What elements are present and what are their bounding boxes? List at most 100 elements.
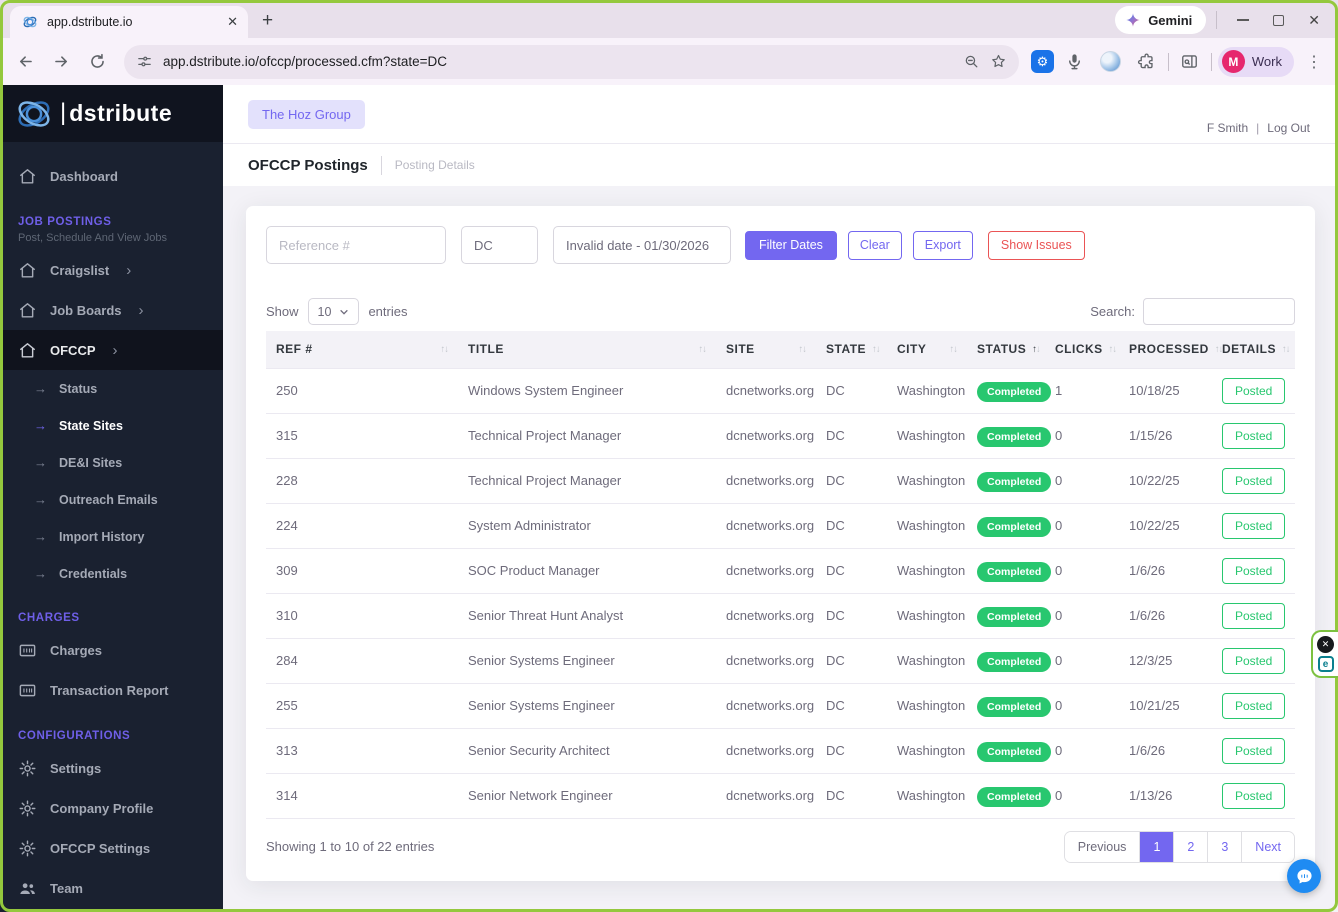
posted-button[interactable]: Posted xyxy=(1222,377,1286,404)
sidebar-item-team[interactable]: Team xyxy=(0,868,223,908)
group-button[interactable]: The Hoz Group xyxy=(248,99,365,129)
browser-profile-button[interactable]: M Work xyxy=(1217,46,1294,77)
sidebar-subitem-import-history[interactable]: → Import History xyxy=(0,518,223,555)
table-row: 309 SOC Product Manager dcnetworks.org DC Wa… xyxy=(266,548,1295,594)
cell-details: Posted xyxy=(1212,413,1295,459)
table-row: 255 Senior Systems Engineer dcnetworks.org… xyxy=(266,683,1295,729)
page-button-1[interactable]: 1 xyxy=(1139,831,1174,862)
page-button-2[interactable]: 2 xyxy=(1173,831,1208,862)
column-header-title[interactable]: TITLE ↑ ↓ xyxy=(458,331,716,368)
status-badge: Completed xyxy=(977,787,1052,807)
page-size-select[interactable]: 10 xyxy=(307,298,360,325)
column-header-city[interactable]: CITY ↑ ↓ xyxy=(887,331,967,368)
microphone-icon[interactable] xyxy=(1060,47,1090,77)
cell-state: DC xyxy=(816,548,887,594)
posted-button[interactable]: Posted xyxy=(1222,557,1286,584)
column-header-ref[interactable]: REF # ↑ ↓ xyxy=(266,331,458,368)
cell-status: Completed xyxy=(967,548,1052,594)
sidebar-item-mapping[interactable]: Mapping xyxy=(0,908,223,912)
close-icon[interactable]: ✕ xyxy=(1317,636,1334,653)
window-maximize-button[interactable] xyxy=(1273,14,1285,26)
sidebar-subitem-state-sites[interactable]: → State Sites xyxy=(0,407,223,444)
column-header-status[interactable]: STATUS ↑ ↓ xyxy=(967,331,1045,368)
sidebar-item-dashboard[interactable]: Dashboard xyxy=(0,156,223,196)
pagination: Previous 1 2 3 Next xyxy=(1063,830,1295,863)
column-header-processed[interactable]: PROCESSED ↑ ↓ xyxy=(1119,331,1223,368)
column-label: SITE xyxy=(726,342,755,357)
page-button-3[interactable]: 3 xyxy=(1207,831,1242,862)
app-logo[interactable]: | dstribute xyxy=(0,85,223,142)
window-minimize-button[interactable] xyxy=(1237,19,1250,21)
filter-dates-button[interactable]: Filter Dates xyxy=(745,230,837,260)
sidebar-subitem-de-i-sites[interactable]: → DE&I Sites xyxy=(0,444,223,481)
gemini-button[interactable]: Gemini xyxy=(1115,6,1207,34)
cell-city: Washington xyxy=(887,548,967,594)
reload-button[interactable] xyxy=(82,47,112,77)
site-settings-icon[interactable] xyxy=(136,53,153,70)
reference-input[interactable] xyxy=(266,226,446,264)
column-header-site[interactable]: SITE ↑ ↓ xyxy=(716,331,816,368)
extension-icon[interactable]: ⚙ xyxy=(1030,50,1054,73)
chat-launcher-button[interactable] xyxy=(1287,859,1321,893)
search-input[interactable] xyxy=(1143,298,1295,325)
sidebar-subitem-status[interactable]: → Status xyxy=(0,370,223,407)
sidebar-item-label: Job Boards xyxy=(50,302,122,318)
posted-button[interactable]: Posted xyxy=(1222,737,1286,764)
browser-tab[interactable]: app.dstribute.io ✕ xyxy=(10,6,248,38)
posted-button[interactable]: Posted xyxy=(1222,602,1286,629)
forward-button[interactable] xyxy=(46,47,76,77)
side-panel-icon[interactable] xyxy=(1175,47,1205,77)
bookmark-star-icon[interactable] xyxy=(990,53,1007,70)
sidebar-item-charges[interactable]: Charges xyxy=(0,630,223,670)
new-tab-button[interactable]: + xyxy=(262,10,273,32)
date-range-input[interactable] xyxy=(553,226,731,264)
sidebar-subitem-label: DE&I Sites xyxy=(59,455,123,470)
column-header-details[interactable]: DETAILS ↑ ↓ xyxy=(1212,331,1295,368)
sidebar-item-settings[interactable]: Settings xyxy=(0,748,223,788)
divider xyxy=(1167,52,1169,71)
previous-page-button[interactable]: Previous xyxy=(1064,831,1140,862)
cell-city: Washington xyxy=(887,728,967,774)
posted-button[interactable]: Posted xyxy=(1222,647,1286,674)
posted-button[interactable]: Posted xyxy=(1222,422,1286,449)
browser-menu-icon[interactable]: ⋮ xyxy=(1300,52,1328,72)
sidebar-item-ofccp[interactable]: OFCCP › xyxy=(0,330,223,370)
clear-button[interactable]: Clear xyxy=(847,230,902,260)
extension-e-icon[interactable]: e xyxy=(1317,656,1334,672)
cell-clicks: 0 xyxy=(1045,638,1119,684)
sidebar-subitem-credentials[interactable]: → Credentials xyxy=(0,555,223,592)
cell-site: dcnetworks.org xyxy=(716,593,816,639)
orb-extension-icon[interactable] xyxy=(1096,47,1126,77)
address-bar[interactable]: app.dstribute.io/ofccp/processed.cfm?sta… xyxy=(124,44,1019,79)
column-header-clicks[interactable]: CLICKS ↑ ↓ xyxy=(1045,331,1119,368)
column-label: PROCESSED xyxy=(1129,342,1209,357)
sidebar-subitem-outreach-emails[interactable]: → Outreach Emails xyxy=(0,481,223,518)
sidebar-item-job-boards[interactable]: Job Boards › xyxy=(0,290,223,330)
sidebar-item-transaction-report[interactable]: Transaction Report xyxy=(0,670,223,710)
arrow-right-icon: → xyxy=(34,529,47,544)
state-input[interactable] xyxy=(461,226,538,264)
zoom-out-icon[interactable] xyxy=(963,53,980,70)
column-header-state[interactable]: STATE ↑ ↓ xyxy=(816,331,887,368)
tab-close-icon[interactable]: ✕ xyxy=(227,14,238,30)
cell-clicks: 0 xyxy=(1045,503,1119,549)
section-label: CONFIGURATIONS xyxy=(18,730,131,742)
sidebar-item-ofccp-settings[interactable]: OFCCP Settings xyxy=(0,828,223,868)
export-button[interactable]: Export xyxy=(912,230,973,260)
cell-details: Posted xyxy=(1212,593,1295,639)
logout-link[interactable]: Log Out xyxy=(1267,121,1310,135)
posted-button[interactable]: Posted xyxy=(1222,782,1286,809)
show-issues-button[interactable]: Show Issues xyxy=(987,230,1085,260)
cell-title: Senior Security Architect xyxy=(458,728,716,774)
posted-button[interactable]: Posted xyxy=(1222,512,1286,539)
window-close-button[interactable]: ✕ xyxy=(1308,12,1320,29)
url-text[interactable]: app.dstribute.io/ofccp/processed.cfm?sta… xyxy=(163,54,953,69)
extensions-puzzle-icon[interactable] xyxy=(1132,47,1162,77)
next-page-button[interactable]: Next xyxy=(1241,831,1294,862)
posted-button[interactable]: Posted xyxy=(1222,467,1286,494)
sidebar-item-craigslist[interactable]: Craigslist › xyxy=(0,250,223,290)
sidebar-item-company-profile[interactable]: Company Profile xyxy=(0,788,223,828)
logo-text: dstribute xyxy=(69,100,173,126)
back-button[interactable] xyxy=(10,47,40,77)
posted-button[interactable]: Posted xyxy=(1222,692,1286,719)
